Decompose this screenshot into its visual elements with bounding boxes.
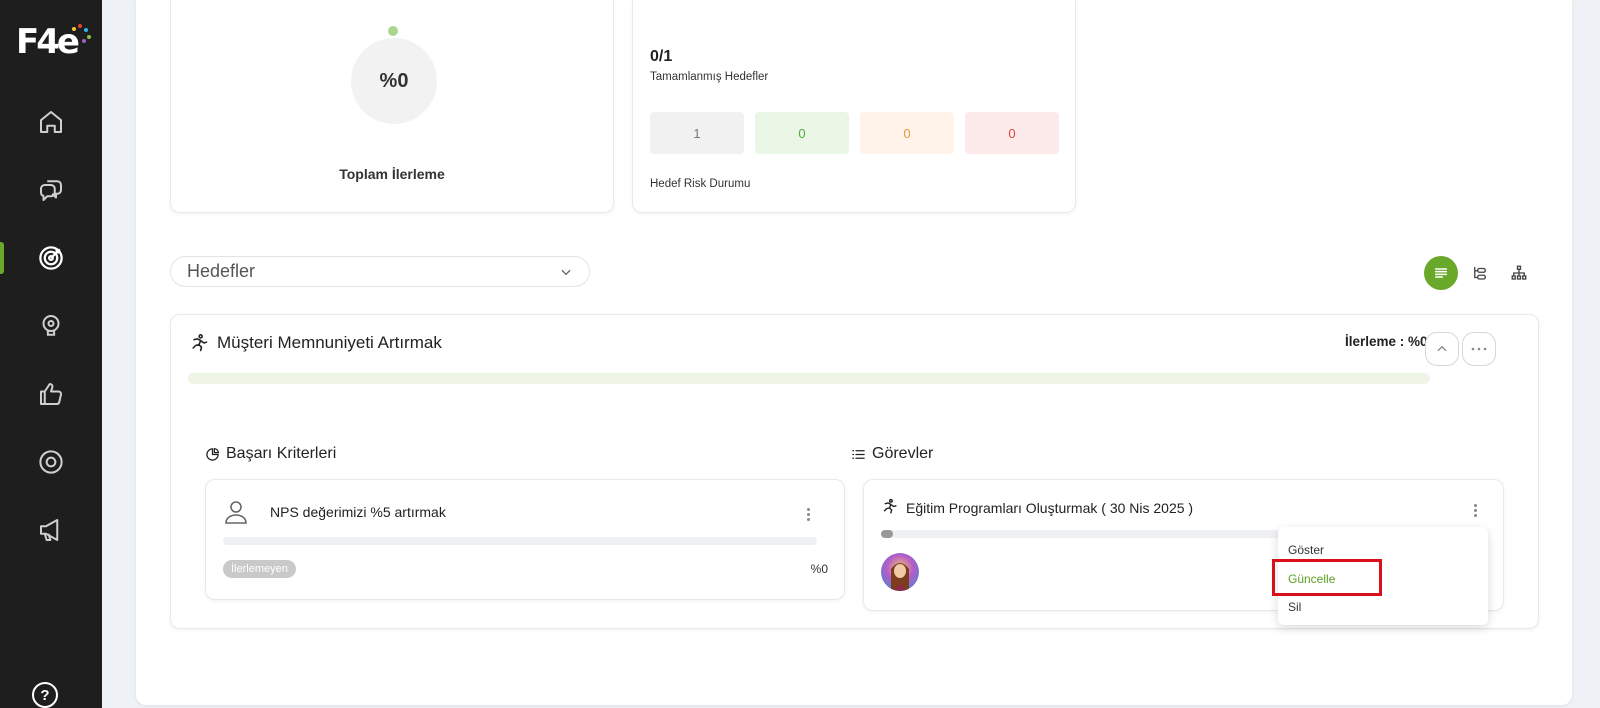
highlight-box	[1272, 559, 1382, 596]
sidebar-item-goals[interactable]	[0, 230, 102, 286]
success-criteria-heading: Başarı Kriterleri	[205, 445, 336, 463]
completed-goals-count: 0/1	[650, 48, 673, 65]
tree-view-icon	[1474, 267, 1486, 280]
menu-item-show[interactable]: Göster	[1288, 543, 1324, 557]
more-horizontal-icon	[1471, 347, 1487, 351]
sidebar-item-ideas[interactable]	[0, 298, 102, 354]
progress-ring-marker	[388, 26, 398, 36]
progress-ring-value: %0	[379, 69, 409, 92]
select-value: Hedefler	[187, 261, 256, 281]
success-criteria-title: Başarı Kriterleri	[226, 445, 337, 462]
task-name: Eğitim Programları Oluşturmak ( 30 Nis 2…	[906, 500, 1194, 516]
running-person-icon	[883, 498, 897, 514]
sidebar-item-home[interactable]	[0, 94, 102, 150]
goal-risk-status-label: Hedef Risk Durumu	[650, 178, 751, 190]
objective-header: Müşteri Memnuniyeti Artırmak	[189, 333, 442, 353]
risk-count-at-risk[interactable]: 0	[860, 112, 954, 154]
target-icon	[39, 246, 63, 270]
menu-item-delete[interactable]: Sil	[1288, 600, 1301, 614]
help-button[interactable]: ?	[32, 682, 58, 708]
home-icon	[40, 111, 62, 133]
completed-goals-card: 0/1 Tamamlanmış Hedefler 1 0 0 0 Hedef R…	[632, 0, 1076, 213]
list-icon	[852, 449, 865, 459]
collapse-button[interactable]	[1425, 332, 1459, 366]
tasks-heading: Görevler	[851, 445, 933, 463]
objective-title[interactable]: Müşteri Memnuniyeti Artırmak	[217, 333, 442, 353]
running-person-icon	[192, 334, 208, 352]
logo-dots	[68, 24, 98, 44]
list-view-button[interactable]	[1424, 256, 1458, 290]
risk-count-critical[interactable]: 0	[965, 112, 1059, 154]
total-progress-card: %0 Toplam İlerleme	[170, 0, 614, 213]
chevron-down-icon	[561, 269, 571, 275]
sidebar: F4e ?	[0, 0, 102, 708]
objective-progress-bar	[188, 373, 1430, 384]
tasks-title: Görevler	[872, 445, 934, 462]
sidebar-item-settings[interactable]	[0, 434, 102, 490]
risk-count-neutral[interactable]: 1	[650, 112, 744, 154]
user-icon	[225, 501, 247, 524]
objective-more-button[interactable]	[1462, 332, 1496, 366]
sidebar-item-feedback[interactable]	[0, 366, 102, 422]
progress-ring: %0	[351, 38, 437, 124]
org-chart-button[interactable]	[1502, 256, 1536, 290]
risk-count-on-track[interactable]: 0	[755, 112, 849, 154]
avatar[interactable]	[881, 553, 919, 591]
chevron-up-icon	[1437, 345, 1447, 352]
key-result-card[interactable]: NPS değerimizi %5 artırmak İlerlemeyen %…	[205, 479, 845, 600]
pie-chart-icon	[206, 447, 220, 461]
key-result-percent: %0	[810, 562, 828, 576]
goal-type-select[interactable]: Hedefler	[170, 256, 590, 287]
lightbulb-icon	[42, 315, 60, 336]
tree-view-button[interactable]	[1463, 256, 1497, 290]
key-result-name: NPS değerimizi %5 artırmak	[270, 504, 446, 520]
key-result-progress-bar	[223, 537, 817, 545]
sidebar-item-announcements[interactable]	[0, 502, 102, 558]
key-result-more-button[interactable]	[800, 504, 816, 524]
megaphone-icon	[40, 519, 59, 541]
list-view-icon	[1434, 268, 1448, 278]
sidebar-item-chat[interactable]	[0, 162, 102, 218]
task-more-button[interactable]	[1467, 500, 1483, 520]
task-progress-bar	[881, 530, 1281, 538]
status-badge: İlerlemeyen	[223, 560, 296, 578]
total-progress-label: Toplam İlerleme	[339, 166, 445, 182]
org-chart-icon	[1511, 265, 1527, 280]
task-progress-fill	[881, 530, 893, 538]
chat-bubbles-icon	[40, 180, 62, 201]
completed-goals-label: Tamamlanmış Hedefler	[650, 71, 769, 83]
gear-icon	[39, 450, 63, 474]
objective-progress-label: İlerleme : %0	[1345, 334, 1428, 349]
thumbs-up-icon	[40, 383, 63, 405]
f4e-logo[interactable]: F4e	[16, 22, 91, 62]
